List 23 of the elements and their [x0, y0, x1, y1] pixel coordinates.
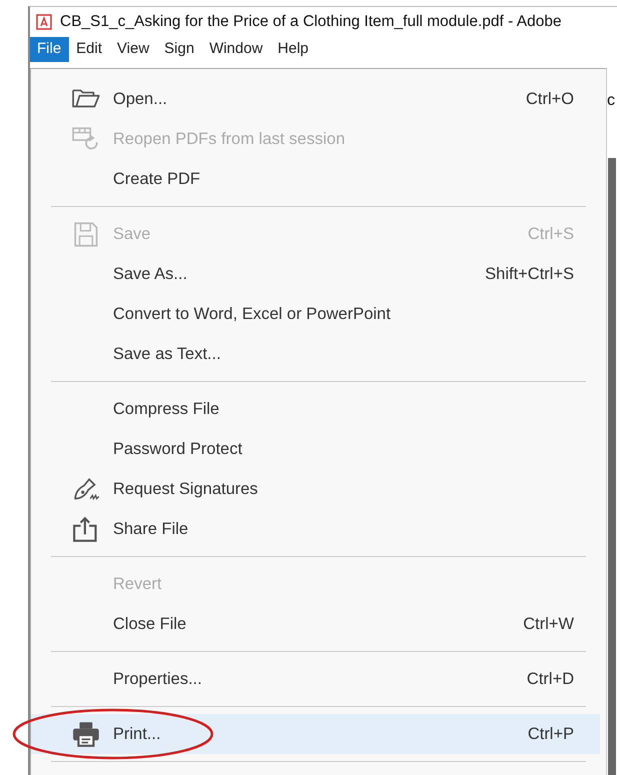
menu-item[interactable]: Open... Ctrl+O	[31, 79, 600, 119]
menu-item[interactable]: Save as Text...	[31, 334, 600, 374]
menu-item[interactable]: Share File	[31, 509, 600, 549]
menu-item[interactable]: Properties... Ctrl+D	[31, 659, 600, 699]
menu-bar-item[interactable]: Sign	[157, 37, 202, 62]
menu-bar-item[interactable]: Window	[202, 37, 271, 62]
document-text: c	[607, 92, 615, 110]
menu-item[interactable]: Save As... Shift+Ctrl+S	[31, 254, 600, 294]
scrollbar[interactable]	[608, 158, 616, 775]
menu-bar-item[interactable]: Help	[270, 37, 317, 62]
pdf-icon	[36, 14, 52, 30]
menu-item[interactable]: Password Protect	[31, 429, 600, 469]
printer-icon	[71, 720, 101, 748]
menu-item[interactable]: Print... Ctrl+P	[31, 714, 600, 754]
menu-bar-item[interactable]: Edit	[69, 37, 110, 62]
menu-bar-item[interactable]: View	[110, 37, 158, 62]
menu-item[interactable]: Close File Ctrl+W	[31, 604, 600, 644]
menu-bar-item[interactable]: File	[30, 37, 70, 62]
menu-item[interactable]: Compress File	[31, 389, 600, 429]
menu-item[interactable]: Convert to Word, Excel or PowerPoint	[31, 294, 600, 334]
menu-item[interactable]: Create PDF	[31, 159, 600, 199]
window-title: CB_S1_c_Asking for the Price of a Clothing Item_full module.pdf - Adobe	[60, 13, 562, 31]
menu-item[interactable]: Request Signatures	[31, 469, 600, 509]
